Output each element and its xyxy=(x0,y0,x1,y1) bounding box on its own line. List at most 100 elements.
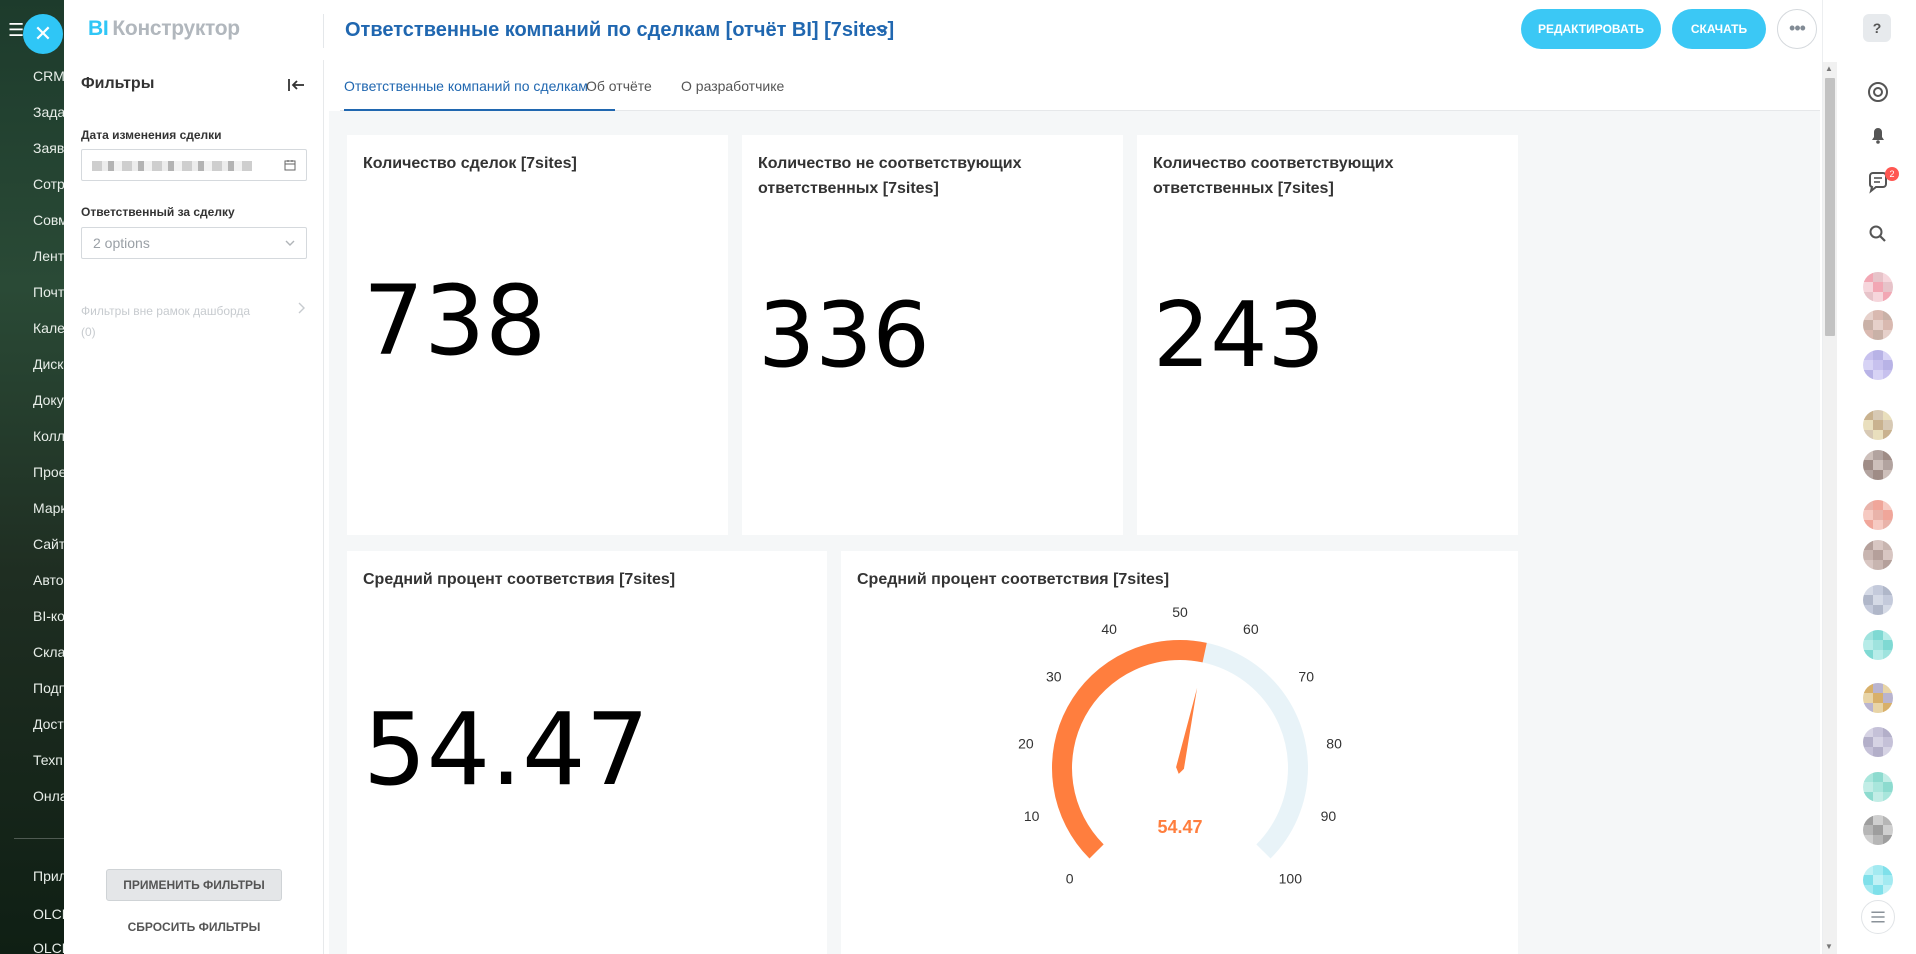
user-avatar[interactable] xyxy=(1863,350,1893,380)
responsible-value: 2 options xyxy=(93,235,150,251)
gauge-value-label: 54.47 xyxy=(1157,817,1202,837)
user-avatar[interactable] xyxy=(1863,630,1893,660)
gauge-tick-label: 0 xyxy=(1066,870,1074,886)
background-nav-item: Заявки xyxy=(33,140,64,156)
scroll-down-arrow[interactable]: ▼ xyxy=(1825,942,1833,951)
gauge-tick-label: 100 xyxy=(1279,870,1303,886)
background-nav-item: CRM xyxy=(33,68,64,84)
chevron-down-icon[interactable] xyxy=(875,15,889,45)
user-avatar[interactable] xyxy=(1863,540,1893,570)
user-avatar[interactable] xyxy=(1863,272,1893,302)
card-average-gauge: Средний процент соответствия [7sites] 01… xyxy=(841,551,1518,954)
chevron-down-icon xyxy=(285,240,295,246)
deal-date-input[interactable] xyxy=(81,149,307,181)
background-nav-item: Техп xyxy=(33,752,63,768)
background-nav-item: OLCH xyxy=(33,940,64,954)
big-number: 54.47 xyxy=(363,691,650,808)
background-nav-item: Марк xyxy=(33,500,64,516)
user-avatar[interactable] xyxy=(1863,500,1893,530)
card-title: Средний процент соответствия [7sites] xyxy=(363,571,676,588)
background-nav-item: OLCH xyxy=(33,906,64,922)
outside-filters-label: Фильтры вне рамок дашборда xyxy=(81,304,251,318)
scrollbar-thumb[interactable] xyxy=(1825,78,1835,336)
background-nav-item: Совм xyxy=(33,212,64,228)
background-nav-item: Колл xyxy=(33,428,64,444)
filters-title: Фильтры xyxy=(81,75,155,92)
card-title: Количество соответствующих ответственных… xyxy=(1153,155,1394,197)
background-nav-item: Задачи xyxy=(33,104,64,120)
background-nav-item: Дост xyxy=(33,716,64,732)
edit-button[interactable]: РЕДАКТИРОВАТЬ xyxy=(1521,9,1661,49)
bi-panel: BI Конструктор Ответственные компаний по … xyxy=(64,0,1822,954)
scroll-up-arrow[interactable]: ▲ xyxy=(1825,64,1833,73)
card-title: Количество не соответствующих ответствен… xyxy=(758,155,1022,197)
help-button[interactable]: ? xyxy=(1863,14,1891,42)
gauge-tick-label: 80 xyxy=(1326,736,1342,752)
tab-about-report[interactable]: Об отчёте xyxy=(586,78,652,94)
user-avatar[interactable] xyxy=(1863,585,1893,615)
user-avatar[interactable] xyxy=(1863,772,1893,802)
background-app-nav: ☰ CRM Задачи Заявки Сотр Совм Лента Почта Кален… xyxy=(0,0,64,954)
gauge-needle xyxy=(1176,687,1198,774)
user-avatar[interactable] xyxy=(1863,450,1893,480)
copilot-icon[interactable] xyxy=(1864,78,1892,106)
user-avatar[interactable] xyxy=(1863,683,1893,713)
user-avatar[interactable] xyxy=(1863,815,1893,845)
brand-bi: BI xyxy=(88,17,109,40)
tab-responsible[interactable]: Ответственные компаний по сделкам xyxy=(344,78,588,94)
calendar-icon[interactable] xyxy=(284,159,296,171)
responsible-select[interactable]: 2 options xyxy=(81,227,307,259)
bell-icon[interactable] xyxy=(1864,121,1892,149)
date-range-value xyxy=(92,161,252,171)
list-icon[interactable] xyxy=(1861,900,1895,934)
user-avatar[interactable] xyxy=(1863,865,1893,895)
top-bar: BI Конструктор Ответственные компаний по … xyxy=(64,0,1822,60)
report-title[interactable]: Ответственные компаний по сделкам [отчёт… xyxy=(345,19,894,42)
background-nav-item: BI-ко xyxy=(33,608,64,624)
background-nav-item: Кален xyxy=(33,320,64,336)
gauge-tick-label: 10 xyxy=(1024,808,1040,824)
menu-icon[interactable]: ☰ xyxy=(8,20,24,41)
gauge-tick-label: 50 xyxy=(1172,604,1188,620)
reset-filters-button[interactable]: СБРОСИТЬ ФИЛЬТРЫ xyxy=(106,912,282,942)
filters-sidebar: Фильтры Дата изменения сделки Ответствен… xyxy=(64,60,324,954)
background-nav-item: Подп xyxy=(33,680,64,696)
background-nav-item: Почта xyxy=(33,284,64,300)
close-slider-button[interactable]: ✕ xyxy=(23,14,63,54)
report-tabs: Ответственные компаний по сделкам Об отч… xyxy=(340,66,1820,111)
background-nav-item: Доку xyxy=(33,392,64,408)
download-button[interactable]: СКАЧАТЬ xyxy=(1672,9,1766,49)
right-toolbar: ▲ ▼ ? 2 xyxy=(1822,0,1916,954)
chevron-right-icon[interactable] xyxy=(296,301,306,315)
gauge-tick-label: 40 xyxy=(1101,621,1117,637)
user-avatar[interactable] xyxy=(1863,310,1893,340)
card-average-percent: Средний процент соответствия [7sites] 54… xyxy=(347,551,827,954)
responsible-label: Ответственный за сделку xyxy=(81,205,235,219)
search-icon[interactable] xyxy=(1864,220,1892,248)
scrollbar[interactable]: ▲ ▼ xyxy=(1823,62,1837,954)
background-nav-item: Онла xyxy=(33,788,64,804)
background-nav-divider xyxy=(14,838,64,839)
user-avatar[interactable] xyxy=(1863,727,1893,757)
tab-about-developer[interactable]: О разработчике xyxy=(681,78,784,94)
gauge-tick-label: 20 xyxy=(1018,736,1034,752)
more-button[interactable]: ••• xyxy=(1777,9,1817,49)
gauge-tick-label: 90 xyxy=(1321,808,1337,824)
outside-filters-link[interactable]: Фильтры вне рамок дашборда (0) xyxy=(81,301,271,343)
card-match-count: Количество соответствующих ответственных… xyxy=(1137,135,1518,535)
collapse-sidebar-icon[interactable] xyxy=(284,73,308,97)
dashboard-canvas: Количество сделок [7sites] 738 Количеств… xyxy=(329,111,1820,954)
card-deals-count: Количество сделок [7sites] 738 xyxy=(347,135,728,535)
big-number: 336 xyxy=(758,283,930,388)
notification-badge: 2 xyxy=(1885,167,1899,181)
deal-date-label: Дата изменения сделки xyxy=(81,128,222,142)
background-nav-item: Сайты xyxy=(33,536,64,552)
outside-filters-count: (0) xyxy=(81,325,96,339)
user-avatar[interactable] xyxy=(1863,410,1893,440)
background-nav-item: Авто xyxy=(33,572,64,588)
brand-logo: BI Конструктор xyxy=(88,17,240,41)
gauge-tick-label: 70 xyxy=(1298,668,1314,684)
apply-filters-button[interactable]: ПРИМЕНИТЬ ФИЛЬТРЫ xyxy=(106,869,282,901)
background-nav-item: Диск xyxy=(33,356,64,372)
gauge-chart: 0 10 20 30 40 50 60 70 80 90 100 54.47 xyxy=(1018,604,1342,886)
